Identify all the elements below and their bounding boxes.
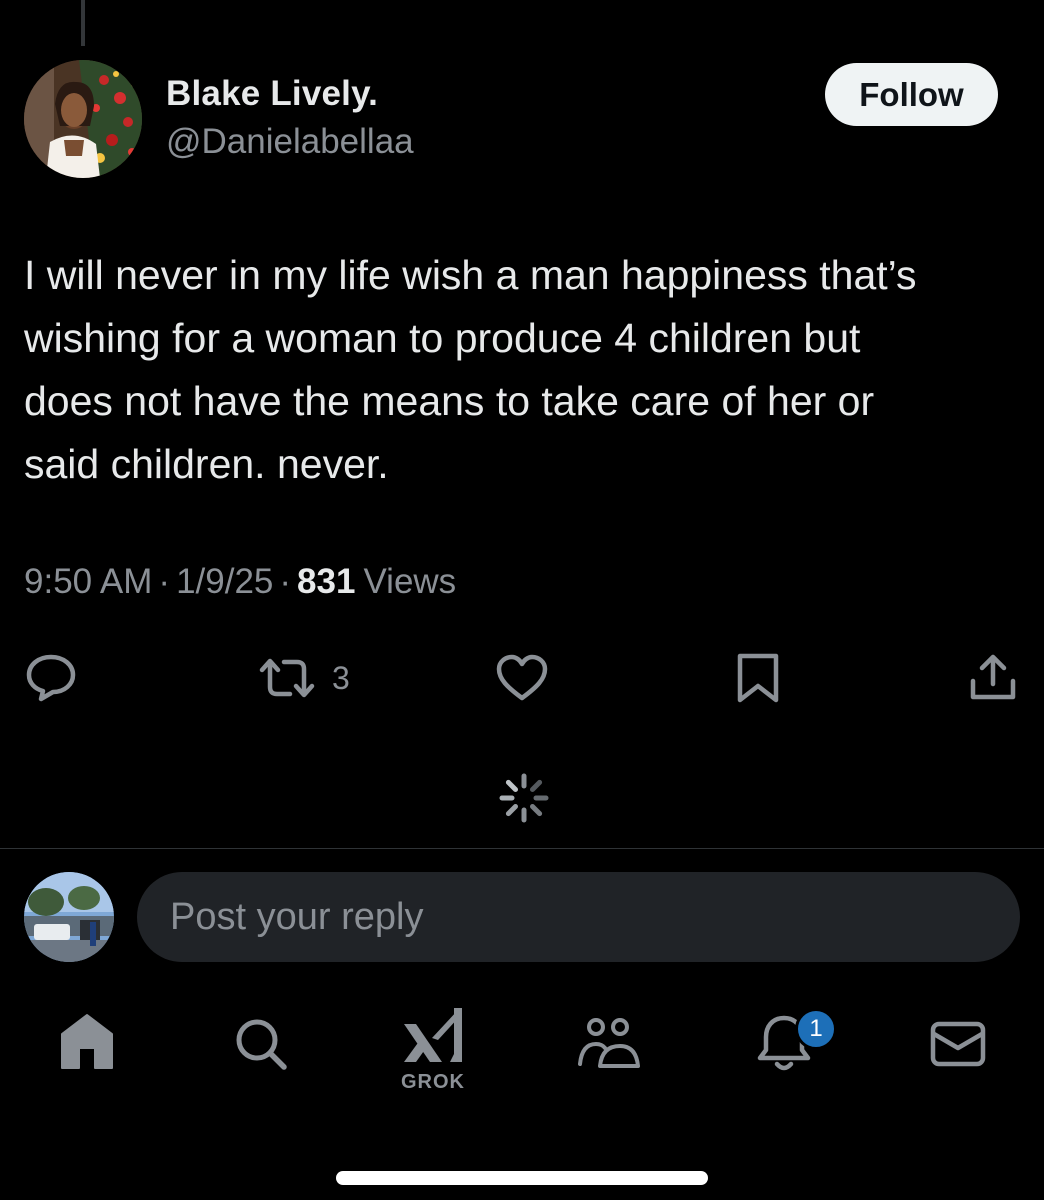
author-avatar[interactable]	[24, 60, 142, 178]
post-text: I will never in my life wish a man happi…	[24, 252, 917, 487]
home-indicator[interactable]	[336, 1171, 708, 1185]
bookmark-icon	[736, 652, 780, 704]
tab-grok[interactable]: GROK	[398, 1004, 468, 1094]
bookmark-button[interactable]	[736, 652, 780, 704]
share-upload-icon	[968, 653, 1018, 703]
grok-label: GROK	[401, 1071, 465, 1093]
meta-separator: ·	[158, 562, 171, 601]
search-icon	[232, 1010, 290, 1077]
thread-connector-line	[81, 0, 85, 46]
post-date: 1/9/25	[176, 562, 274, 601]
meta-separator: ·	[279, 562, 292, 601]
post-meta: 9:50 AM · 1/9/25 · 831 Views	[24, 562, 456, 602]
notification-badge: 1	[795, 1008, 837, 1050]
tab-communities[interactable]	[576, 1010, 640, 1100]
tab-messages[interactable]	[928, 1010, 988, 1100]
communities-icon	[576, 1010, 640, 1077]
retweet-button[interactable]: 3	[256, 652, 350, 704]
like-button[interactable]	[495, 652, 549, 704]
grok-icon	[398, 1004, 468, 1071]
author-handle[interactable]: @Danielabellaa	[166, 122, 414, 162]
heart-icon	[495, 653, 549, 703]
post-time: 9:50 AM	[24, 562, 153, 601]
divider	[0, 848, 1044, 849]
retweet-count: 3	[332, 659, 350, 696]
follow-button[interactable]: Follow	[825, 63, 998, 126]
tab-search[interactable]	[232, 1010, 290, 1100]
share-button[interactable]	[968, 652, 1018, 704]
reply-input[interactable]	[137, 872, 1020, 962]
home-icon	[58, 1010, 116, 1077]
retweet-icon	[256, 654, 318, 702]
views-label[interactable]: Views	[363, 562, 456, 602]
current-user-avatar[interactable]	[24, 872, 114, 962]
reply-button[interactable]	[24, 652, 78, 704]
comment-bubble-icon	[24, 652, 78, 704]
tab-home[interactable]	[58, 1010, 116, 1100]
mail-icon	[928, 1010, 988, 1077]
views-count[interactable]: 831	[297, 562, 355, 602]
author-name[interactable]: Blake Lively.	[166, 74, 378, 114]
loading-spinner-icon	[498, 772, 550, 824]
